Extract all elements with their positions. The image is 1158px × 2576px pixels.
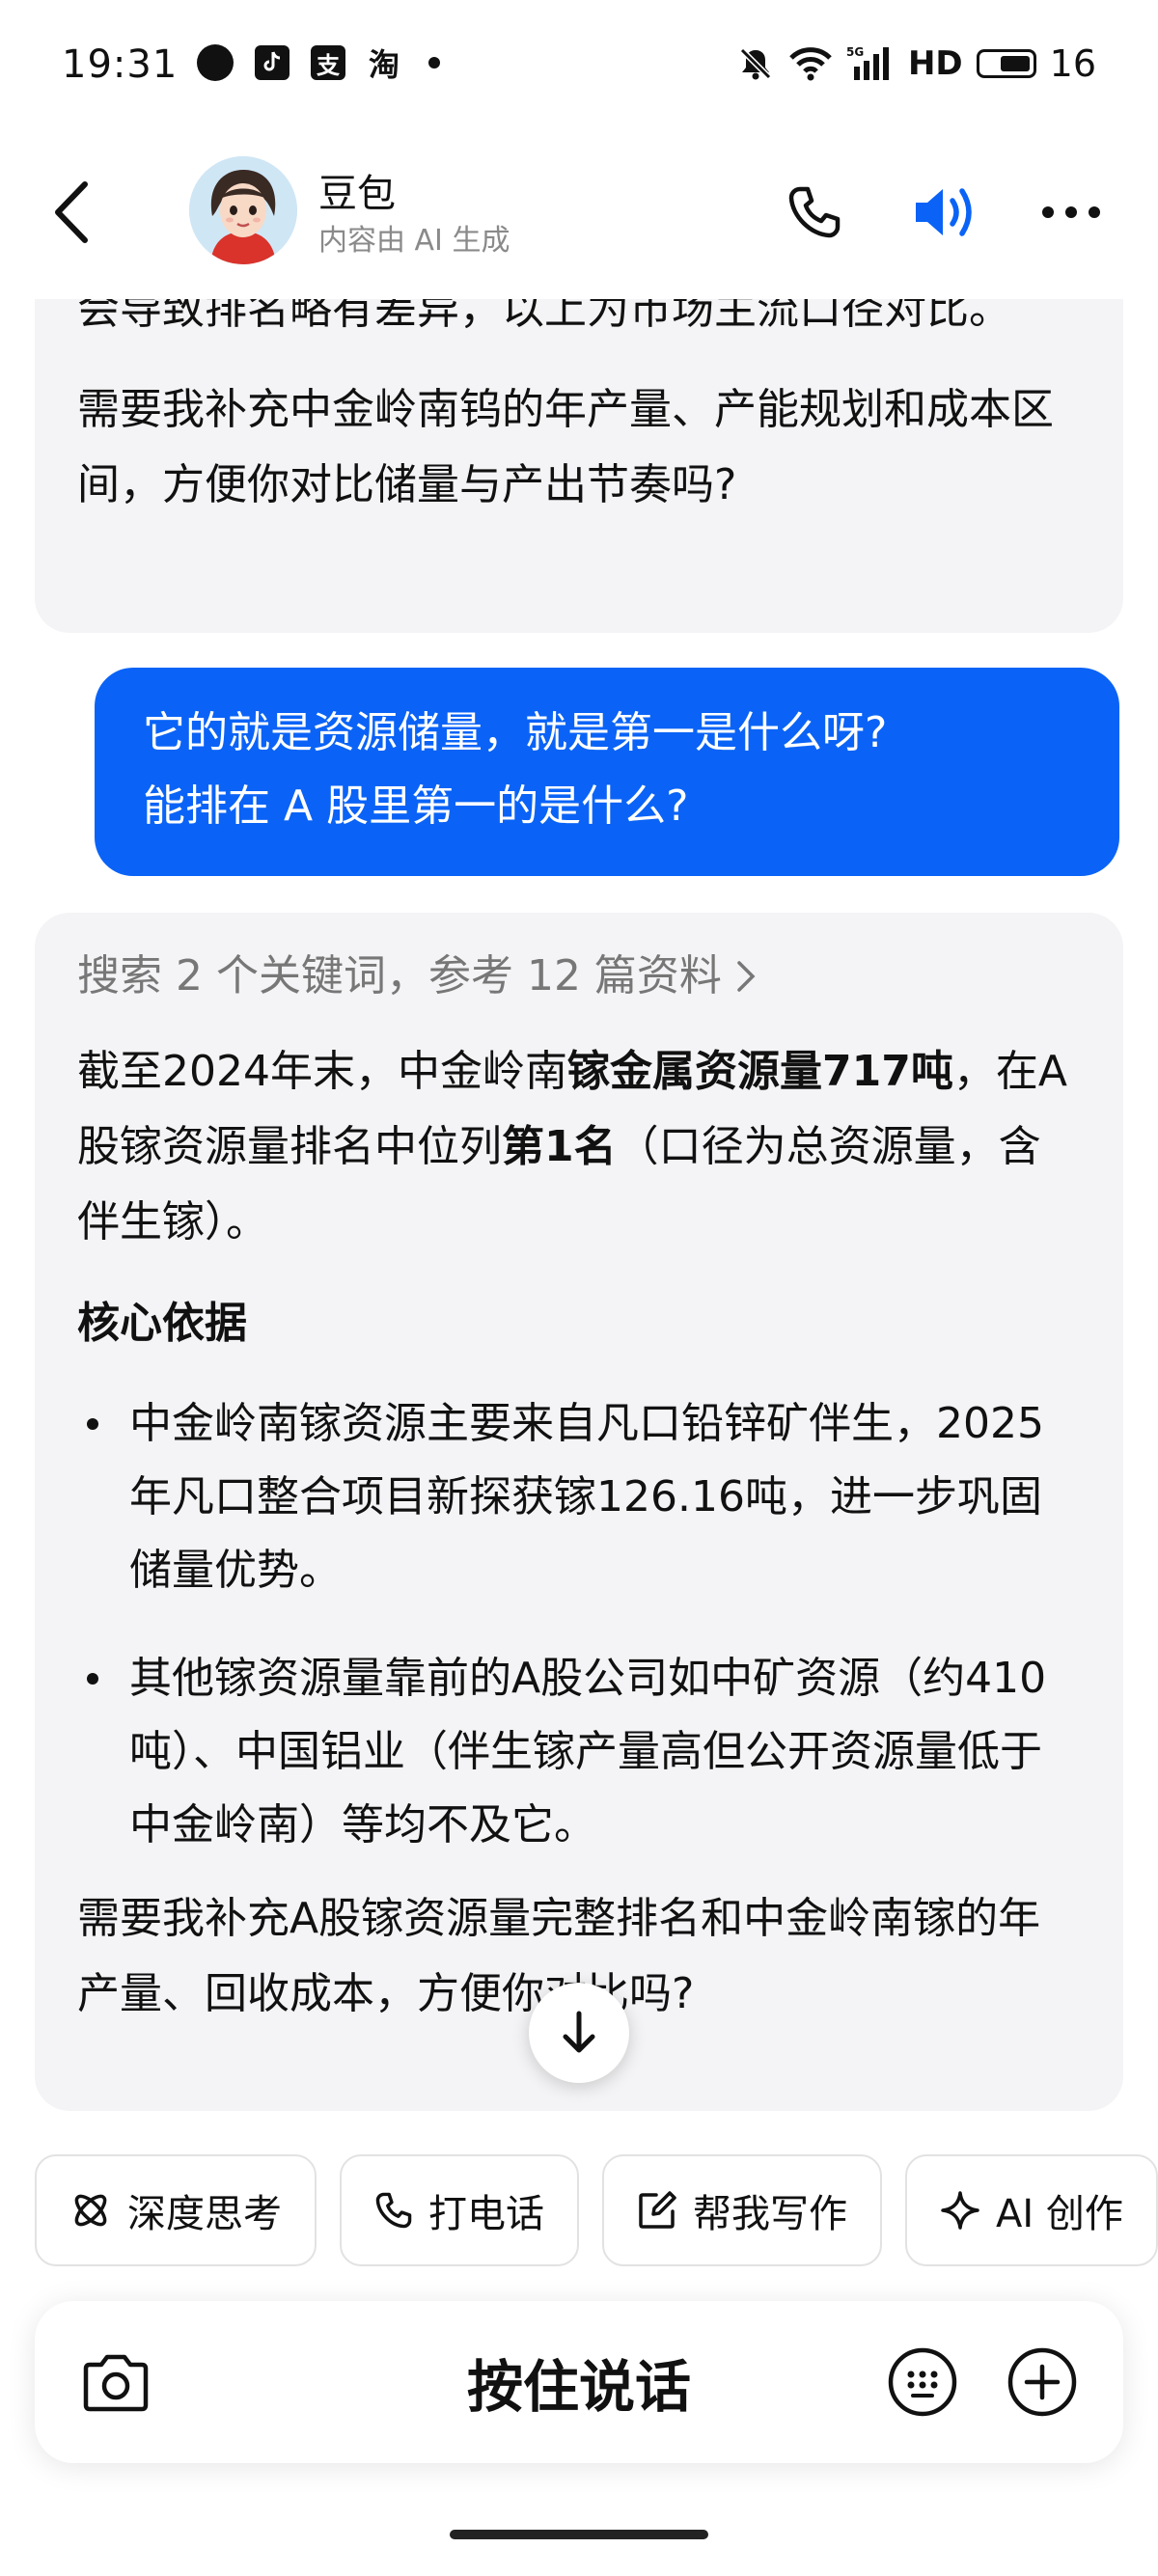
more-dots-icon bbox=[1042, 206, 1100, 218]
bubble-icon bbox=[197, 44, 234, 81]
avatar[interactable] bbox=[189, 156, 297, 264]
mute-bell-icon bbox=[739, 47, 772, 80]
hold-to-talk-button[interactable] bbox=[189, 2320, 892, 2444]
scroll-to-bottom-button[interactable] bbox=[529, 1983, 629, 2083]
call-button[interactable] bbox=[776, 174, 853, 251]
tiktok-icon bbox=[255, 45, 290, 80]
more-button[interactable] bbox=[1033, 174, 1110, 251]
chat-header: 豆包 内容由 AI 生成 bbox=[0, 135, 1158, 299]
answer-intro: 截至2024年末，中金岭南镓金属资源量717吨，在A股镓资源量排名中位列第1名（… bbox=[77, 1047, 1067, 1247]
arrow-down-icon bbox=[563, 2011, 595, 2053]
user-message-line: 能排在 A 股里第一的是什么? bbox=[143, 781, 689, 831]
hd-indicator: HD bbox=[907, 44, 963, 83]
chip-label: 打电话 bbox=[428, 2192, 544, 2236]
notification-dot-icon bbox=[428, 57, 440, 69]
camera-icon bbox=[83, 2354, 149, 2412]
search-reference-link[interactable]: 搜索 2 个关键词，参考 12 篇资料 bbox=[77, 938, 1081, 1015]
home-indicator[interactable] bbox=[450, 2530, 708, 2539]
chip-label: 深度思考 bbox=[127, 2192, 282, 2236]
evidence-list: 中金岭南镓资源主要来自凡口铅锌矿伴生，2025年凡口整合项目新探获镓126.16… bbox=[77, 1387, 1081, 1862]
add-button[interactable] bbox=[994, 2334, 1090, 2430]
battery-level: 16 bbox=[1049, 42, 1096, 85]
section-heading: 核心依据 bbox=[77, 1299, 247, 1348]
edit-icon bbox=[639, 2191, 676, 2229]
back-button[interactable] bbox=[46, 174, 96, 251]
list-item: 其他镓资源量靠前的A股公司如中矿资源（约410吨）、中国铝业（伴生镓产量高但公开… bbox=[77, 1642, 1081, 1862]
input-bar: 按住说话 bbox=[35, 2301, 1123, 2463]
chip-label: 帮我写作 bbox=[693, 2192, 847, 2236]
sparkle-icon bbox=[941, 2191, 979, 2230]
camera-button[interactable] bbox=[68, 2334, 164, 2430]
message-paragraph: 需要我补充中金岭南钨的年产量、产能规划和成本区间，方便你对比储量与产出节奏吗? bbox=[77, 385, 1054, 509]
gallium-resource-highlight: 镓金属资源量717吨 bbox=[566, 1047, 953, 1096]
keyboard-icon bbox=[888, 2347, 957, 2417]
chat-screen: 19:31 支 淘 5G HD 16 豆包 内容由 AI 生成 会导致排名略有差… bbox=[0, 0, 1158, 2576]
taobao-icon: 淘 bbox=[367, 45, 401, 83]
atom-icon bbox=[74, 2194, 107, 2227]
status-time: 19:31 bbox=[62, 42, 179, 87]
search-reference-text: 搜索 2 个关键词，参考 12 篇资料 bbox=[77, 951, 722, 1000]
alipay-icon: 支 bbox=[311, 45, 345, 80]
plus-circle-icon bbox=[1007, 2347, 1077, 2417]
chevron-right-icon bbox=[737, 961, 756, 992]
wifi-icon bbox=[789, 47, 832, 81]
doubao-avatar-icon bbox=[189, 156, 297, 264]
keyboard-button[interactable] bbox=[874, 2334, 971, 2430]
list-item: 中金岭南镓资源主要来自凡口铅锌矿伴生，2025年凡口整合项目新探获镓126.16… bbox=[77, 1387, 1081, 1607]
status-bar: 19:31 支 淘 5G HD 16 bbox=[0, 0, 1158, 135]
phone-icon bbox=[788, 186, 841, 238]
speaker-button[interactable] bbox=[907, 174, 984, 251]
rank-highlight: 第1名 bbox=[502, 1122, 617, 1171]
bot-message-previous: 会导致排名略有差异，以上为市场主流口径对比。 需要我补充中金岭南钨的年产量、产能… bbox=[35, 260, 1123, 633]
status-app-icons: 支 淘 bbox=[197, 44, 440, 83]
user-message-line: 它的就是资源储量，就是第一是什么呀? bbox=[143, 708, 888, 757]
chevron-left-icon bbox=[55, 181, 88, 243]
chip-label: AI 创作 bbox=[996, 2192, 1123, 2236]
speaker-volume-icon bbox=[916, 188, 972, 236]
signal-5g-icon: 5G bbox=[846, 45, 889, 80]
status-indicators: 5G HD 16 bbox=[736, 42, 1096, 85]
svg-text:5G: 5G bbox=[846, 45, 864, 59]
call-chip[interactable]: 打电话 bbox=[340, 2154, 579, 2266]
phone-icon bbox=[375, 2192, 412, 2229]
user-message: 它的就是资源储量，就是第一是什么呀? 能排在 A 股里第一的是什么? bbox=[95, 668, 1119, 876]
ai-generated-note: 内容由 AI 生成 bbox=[318, 224, 510, 258]
bot-name: 豆包 bbox=[318, 172, 396, 216]
write-chip[interactable]: 帮我写作 bbox=[602, 2154, 882, 2266]
battery-icon bbox=[976, 49, 1036, 78]
deep-think-chip[interactable]: 深度思考 bbox=[35, 2154, 317, 2266]
quick-actions-row: 深度思考 打电话 帮我写作 AI 创作 bbox=[35, 2154, 1158, 2266]
bot-message-answer: 搜索 2 个关键词，参考 12 篇资料 截至2024年末，中金岭南镓金属资源量7… bbox=[35, 913, 1123, 2111]
ai-create-chip[interactable]: AI 创作 bbox=[905, 2154, 1158, 2266]
